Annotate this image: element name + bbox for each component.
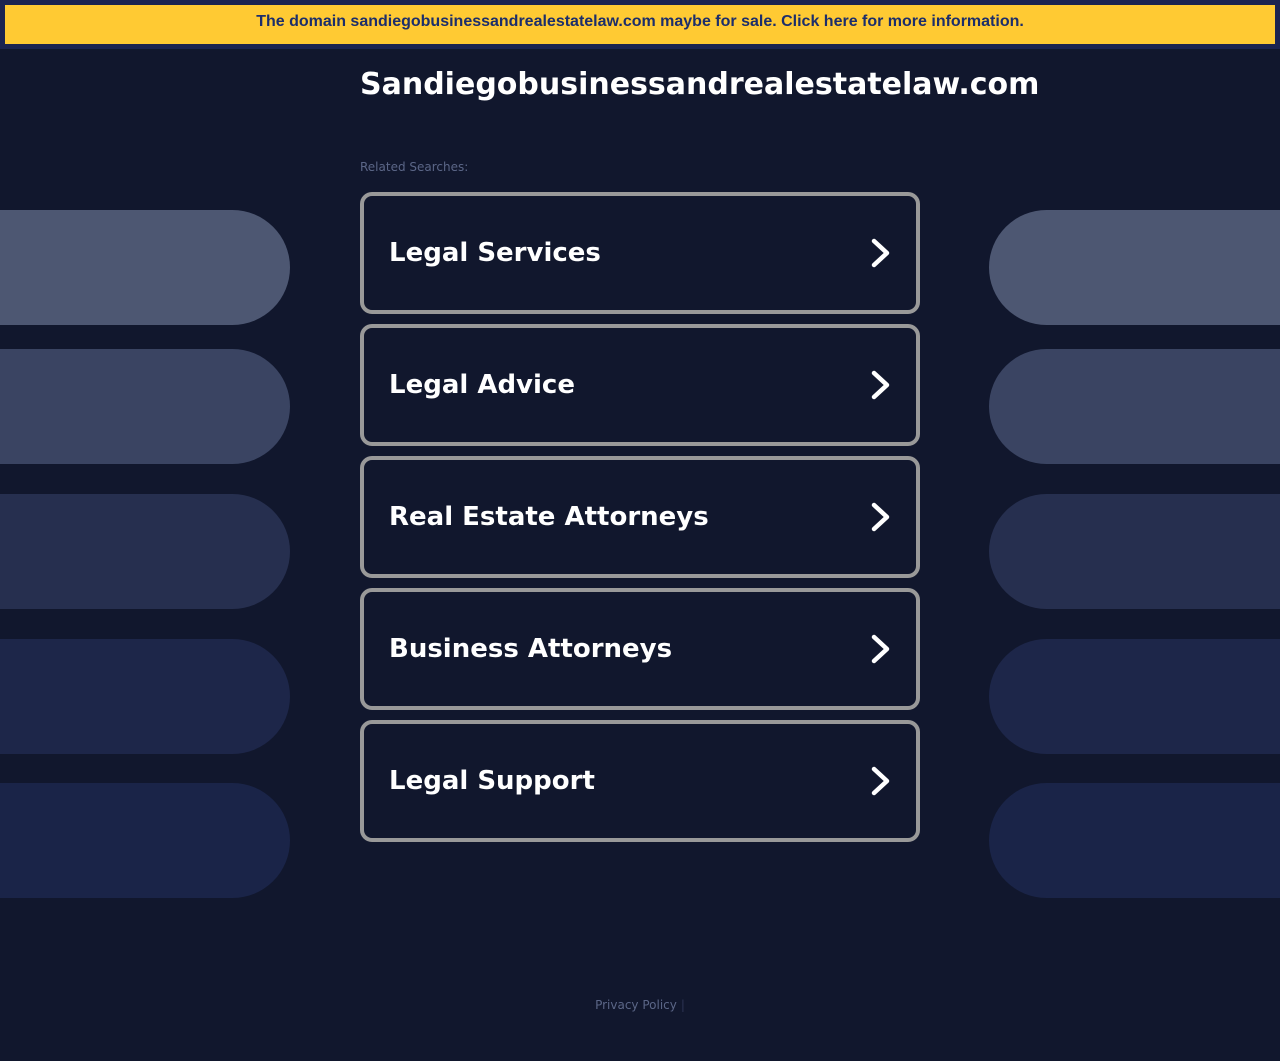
sale-banner-frame: The domain sandiegobusinessandrealestate… [0,0,1280,49]
chevron-right-icon [871,238,890,268]
search-link-legal-support[interactable]: Legal Support [360,720,920,842]
decor-pill-right-5 [989,783,1280,898]
search-link-label: Real Estate Attorneys [389,502,709,532]
chevron-right-icon [871,766,890,796]
search-link-label: Business Attorneys [389,634,673,664]
related-searches-label: Related Searches: [360,160,469,174]
decor-pill-right-3 [989,494,1280,609]
chevron-right-icon [871,634,890,664]
footer: Privacy Policy | [0,998,1280,1012]
domain-title: Sandiegobusinessandrealestatelaw.com [360,67,1040,102]
decor-pill-left-3 [0,494,290,609]
footer-separator: | [680,998,685,1012]
search-link-label: Legal Support [389,766,595,796]
search-link-legal-services[interactable]: Legal Services [360,192,920,314]
search-link-label: Legal Services [389,238,601,268]
search-link-business-attorneys[interactable]: Business Attorneys [360,588,920,710]
decor-pill-left-1 [0,210,290,325]
privacy-policy-link[interactable]: Privacy Policy [595,998,677,1012]
search-link-real-estate-attorneys[interactable]: Real Estate Attorneys [360,456,920,578]
chevron-right-icon [871,502,890,532]
search-link-legal-advice[interactable]: Legal Advice [360,324,920,446]
decor-pill-left-5 [0,783,290,898]
decor-pill-left-4 [0,639,290,754]
sale-banner-text: The domain sandiegobusinessandrealestate… [256,13,1024,30]
decor-pill-right-2 [989,349,1280,464]
sale-banner-link[interactable]: The domain sandiegobusinessandrealestate… [5,5,1275,44]
decor-pill-left-2 [0,349,290,464]
related-searches-list: Legal Services Legal Advice Real Estate … [360,192,920,852]
decor-pill-right-4 [989,639,1280,754]
chevron-right-icon [871,370,890,400]
decor-pill-right-1 [989,210,1280,325]
search-link-label: Legal Advice [389,370,575,400]
